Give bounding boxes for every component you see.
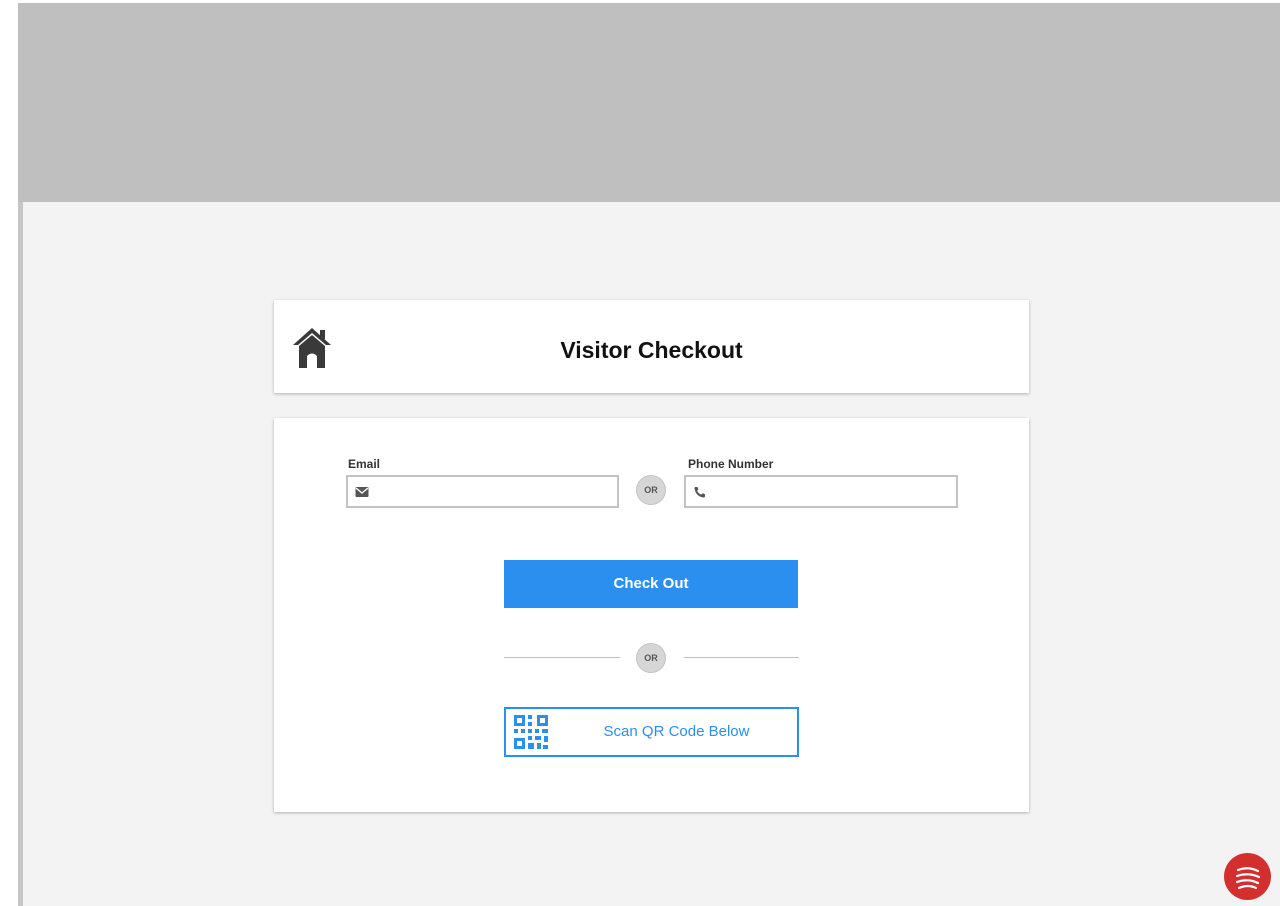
scan-qr-label: Scan QR Code Below	[603, 723, 750, 740]
email-field[interactable]	[346, 475, 619, 508]
header-card: Visitor Checkout	[274, 300, 1029, 393]
divider-right	[684, 657, 799, 658]
phone-icon	[694, 487, 705, 498]
app-window: Visitor Checkout Email OR Phone Number C…	[0, 0, 1280, 906]
top-banner	[18, 3, 1280, 202]
scan-qr-button[interactable]: Scan QR Code Below	[504, 707, 799, 757]
phone-label: Phone Number	[688, 457, 774, 471]
checkout-form-card: Email OR Phone Number Check Out OR Scan …	[274, 418, 1029, 812]
envelope-icon	[355, 487, 369, 497]
phone-field[interactable]	[684, 475, 958, 508]
email-label: Email	[348, 457, 381, 471]
divider-left	[504, 657, 620, 658]
phone-input[interactable]	[714, 479, 954, 506]
or-divider-badge: OR	[636, 643, 666, 673]
email-input[interactable]	[376, 479, 615, 506]
qr-code-icon	[514, 715, 548, 749]
page-title: Visitor Checkout	[560, 337, 743, 363]
brand-logo-icon	[1235, 867, 1261, 890]
home-button[interactable]	[290, 324, 334, 370]
or-separator: OR	[636, 475, 666, 505]
brand-badge[interactable]	[1224, 853, 1271, 900]
check-out-button[interactable]: Check Out	[504, 560, 798, 608]
home-icon	[293, 328, 331, 368]
